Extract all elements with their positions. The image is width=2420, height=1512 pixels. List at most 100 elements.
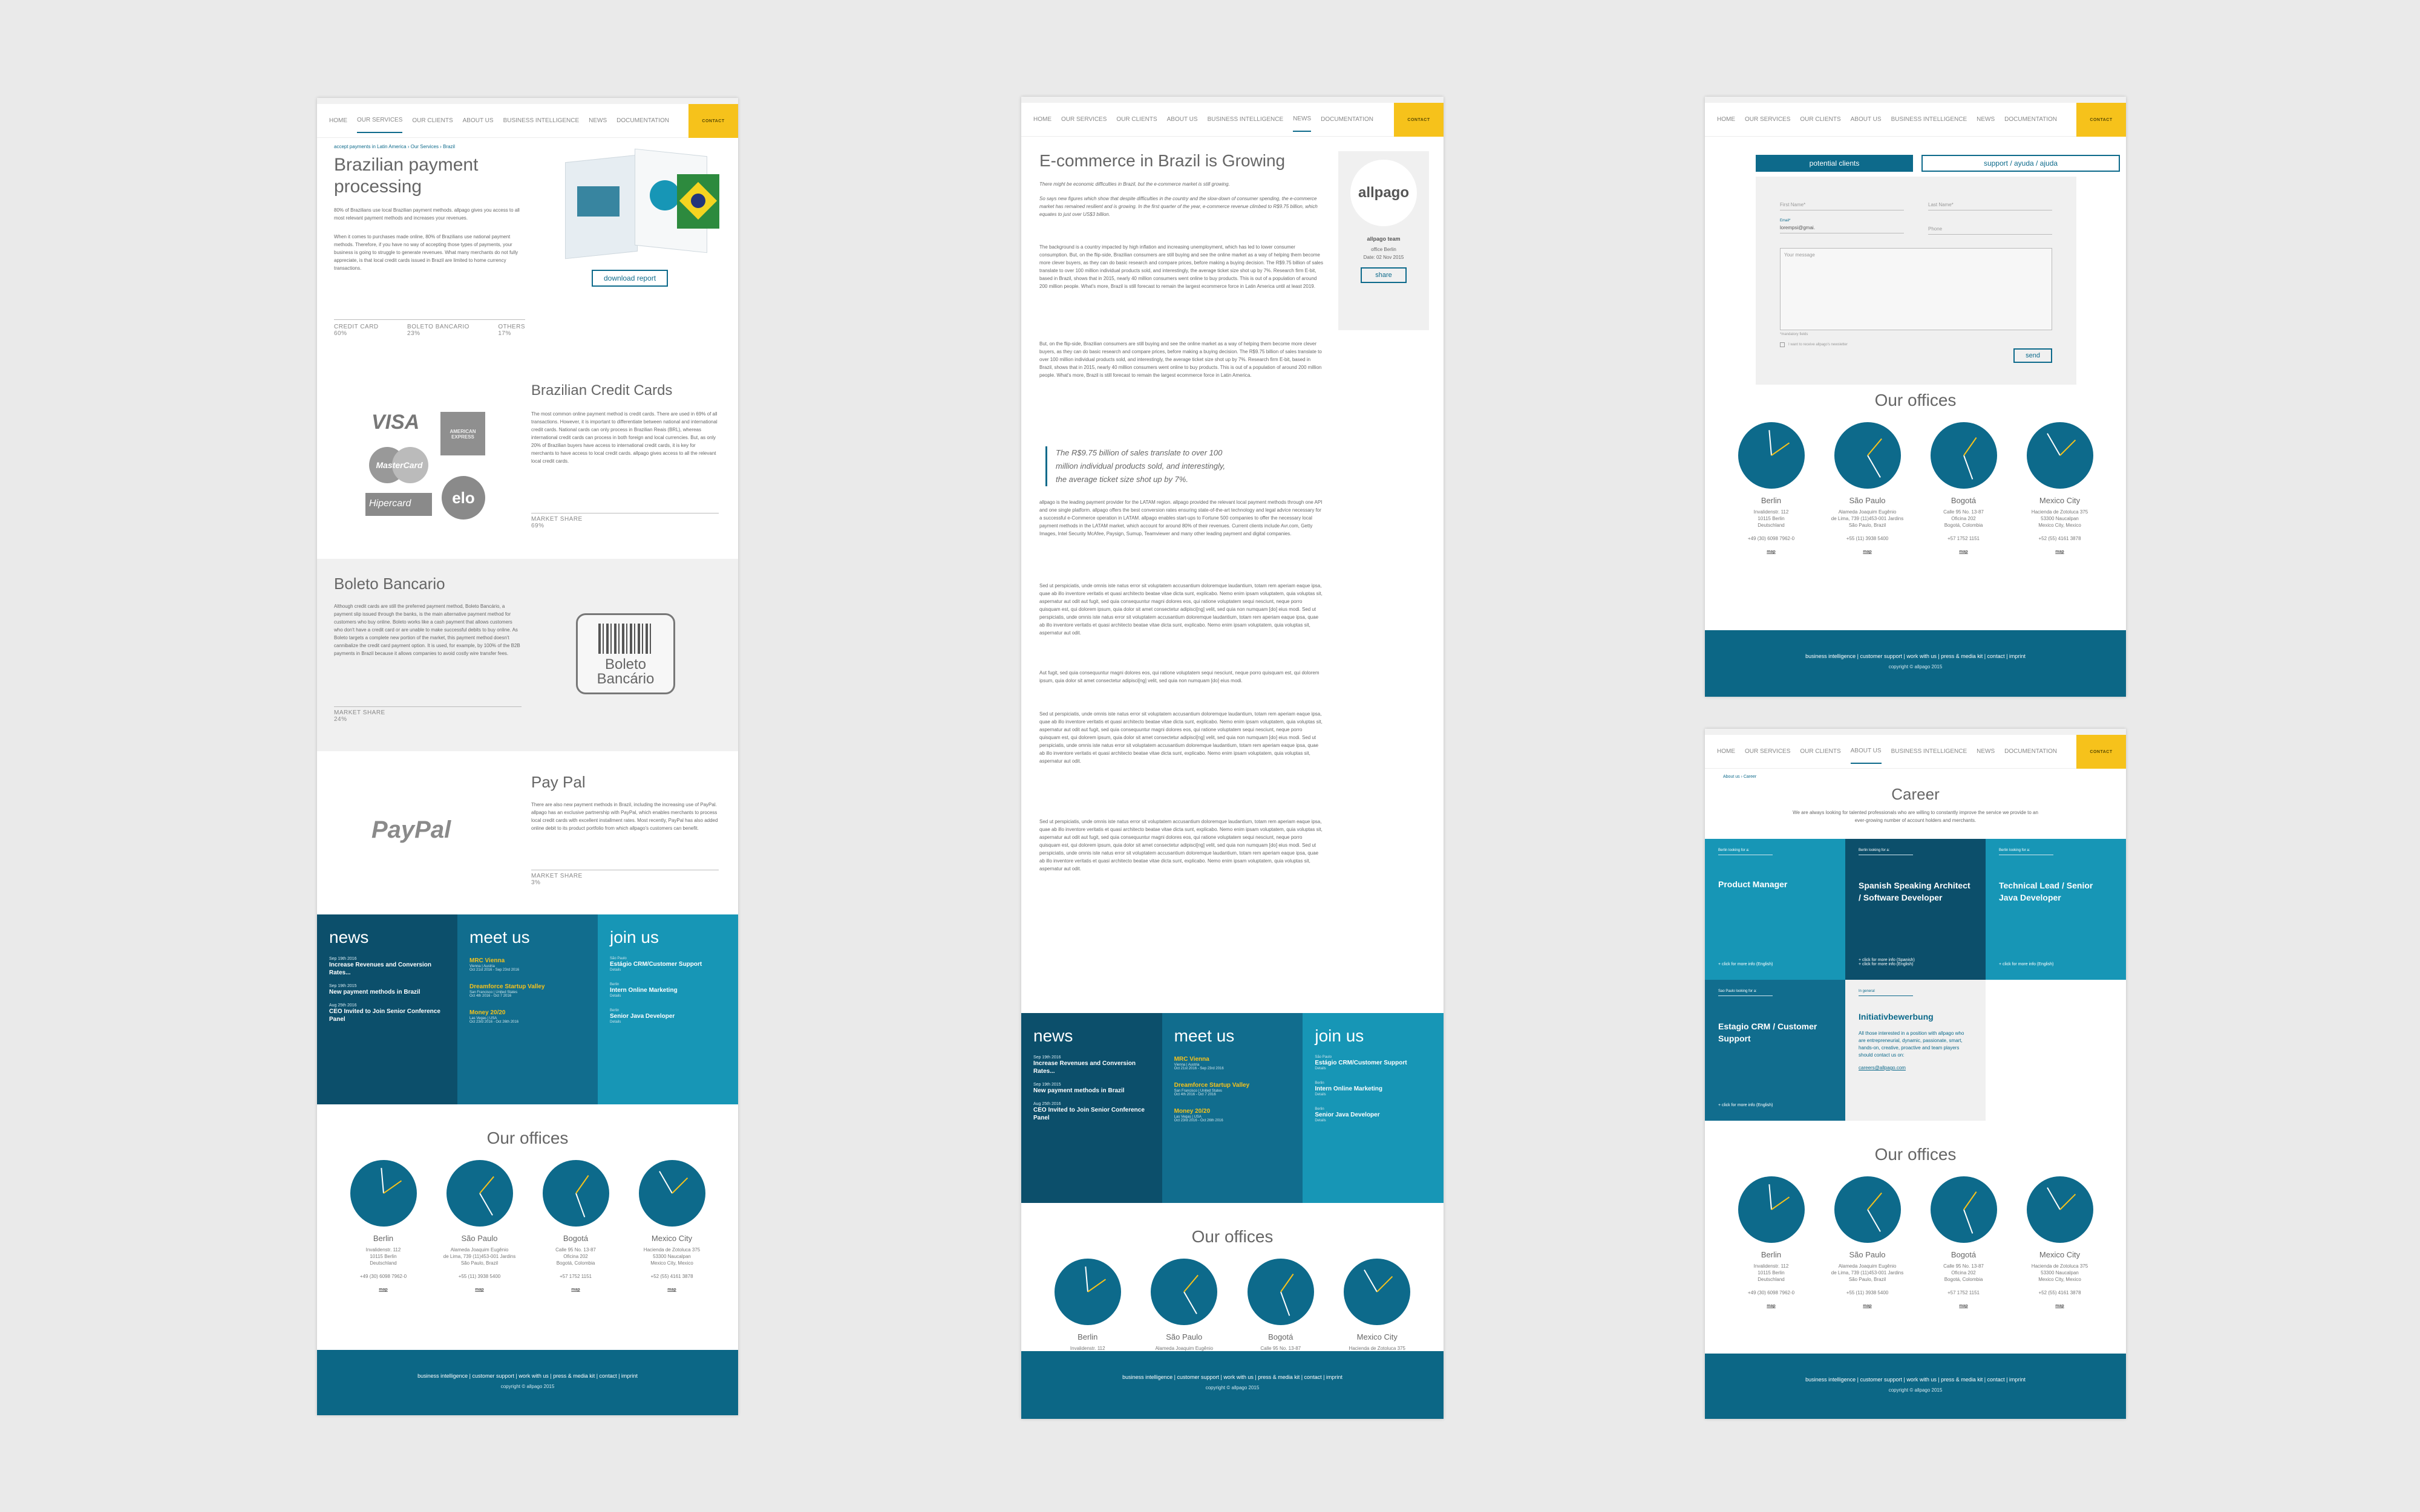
clock-icon <box>1834 422 1901 489</box>
event-item[interactable]: Money 20/20 <box>1174 1107 1291 1115</box>
nav-about-us[interactable]: ABOUT US <box>1850 739 1882 764</box>
nav-news[interactable]: NEWS <box>589 109 607 132</box>
general-application-card: In general Initiativbewerbung All those … <box>1845 980 1986 1121</box>
download-report-button[interactable]: download report <box>592 270 669 287</box>
newsletter-label: I want to receive allpago's newsletter <box>1788 343 1848 347</box>
footer-links[interactable]: business intelligence | customer support… <box>1705 653 2126 659</box>
job-card[interactable]: Berlin looking for a: Spanish Speaking A… <box>1845 839 1986 980</box>
share-button[interactable]: share <box>1361 267 1407 283</box>
message-field[interactable]: Your message <box>1780 248 2052 330</box>
nav-business-intelligence[interactable]: BUSINESS INTELLIGENCE <box>1208 108 1284 131</box>
phone-field[interactable]: Phone <box>1928 224 2052 235</box>
footer-links[interactable]: business intelligence | customer support… <box>1705 1377 2126 1383</box>
footer-links[interactable]: business intelligence | customer support… <box>1021 1374 1444 1380</box>
map-link[interactable]: map <box>528 1288 624 1292</box>
nav-home[interactable]: HOME <box>1717 740 1735 763</box>
nav-home[interactable]: HOME <box>1033 108 1051 131</box>
map-link[interactable]: map <box>1819 1304 1915 1308</box>
contact-button[interactable]: CONTACT <box>1394 103 1444 137</box>
map-link[interactable]: map <box>1915 550 2012 554</box>
nav-news[interactable]: NEWS <box>1293 107 1312 132</box>
tab-potential-clients[interactable]: potential clients <box>1756 155 1913 172</box>
newsletter-checkbox[interactable] <box>1780 342 1785 347</box>
event-item[interactable]: MRC Vienna <box>1174 1055 1291 1063</box>
event-item[interactable]: Money 20/20 <box>469 1009 586 1017</box>
nav-news[interactable]: NEWS <box>1977 108 1995 131</box>
mastercard-logo: MasterCard <box>369 447 430 483</box>
job-item[interactable]: Senior Java Developer <box>1315 1111 1431 1119</box>
job-item[interactable]: Senior Java Developer <box>610 1012 726 1020</box>
office-sao-paulo: São PauloAlameda Joaquim Eugênio de Lima… <box>1819 1176 1915 1308</box>
breadcrumb[interactable]: About us › Career <box>1705 769 2126 779</box>
map-link[interactable]: map <box>2012 550 2108 554</box>
last-name-field[interactable]: Last Name* <box>1928 200 2052 210</box>
contact-button[interactable]: CONTACT <box>2076 735 2126 769</box>
event-item[interactable]: MRC Vienna <box>469 957 586 965</box>
nav-business-intelligence[interactable]: BUSINESS INTELLIGENCE <box>1891 108 1967 131</box>
clock-icon <box>2026 1176 2093 1243</box>
contact-button[interactable]: CONTACT <box>2076 103 2126 137</box>
map-link[interactable]: map <box>2012 1304 2108 1308</box>
nav-news[interactable]: NEWS <box>1977 740 1995 763</box>
office-sao-paulo: São PauloAlameda Joaquim Eugênio de Lima… <box>1819 422 1915 554</box>
job-item[interactable]: Estágio CRM/Customer Support <box>1315 1059 1431 1067</box>
nav-documentation[interactable]: DOCUMENTATION <box>2004 108 2057 131</box>
news-item[interactable]: CEO Invited to Join Senior Conference Pa… <box>329 1008 445 1023</box>
send-button[interactable]: send <box>2013 348 2052 363</box>
nav-about-us[interactable]: ABOUT US <box>463 109 494 132</box>
news-item[interactable]: Increase Revenues and Conversion Rates..… <box>329 961 445 977</box>
nav-documentation[interactable]: DOCUMENTATION <box>2004 740 2057 763</box>
event-item[interactable]: Dreamforce Startup Valley <box>469 983 586 991</box>
map-link[interactable]: map <box>1723 1304 1819 1308</box>
offices-section: Our offices BerlinInvalidenstr. 112 1011… <box>317 1104 738 1292</box>
nav-our-clients[interactable]: OUR CLIENTS <box>1800 108 1840 131</box>
tab-support[interactable]: support / ayuda / ajuda <box>1921 155 2120 172</box>
nav-home[interactable]: HOME <box>329 109 347 132</box>
credit-cards-share: MARKET SHARE 69% <box>531 513 719 529</box>
first-name-field[interactable]: First Name* <box>1780 200 1904 210</box>
news-item[interactable]: CEO Invited to Join Senior Conference Pa… <box>1033 1106 1150 1122</box>
news-band: news Sep 19th 2016 Increase Revenues and … <box>317 914 738 1104</box>
careers-email-link[interactable]: careers@allpago.com <box>1859 1065 1972 1070</box>
map-link[interactable]: map <box>431 1288 528 1292</box>
nav-home[interactable]: HOME <box>1717 108 1735 131</box>
news-item[interactable]: Increase Revenues and Conversion Rates..… <box>1033 1060 1150 1075</box>
footer: business intelligence | customer support… <box>317 1350 738 1415</box>
credit-cards-title: Brazilian Credit Cards <box>531 382 673 399</box>
email-field[interactable]: lorempsi@gmai. <box>1780 223 1904 233</box>
nav-our-clients[interactable]: OUR CLIENTS <box>1800 740 1840 763</box>
breadcrumb[interactable]: accept payments in Latin America › Our S… <box>334 138 721 149</box>
nav-documentation[interactable]: DOCUMENTATION <box>1321 108 1373 131</box>
clock-icon <box>1247 1259 1314 1325</box>
nav-about-us[interactable]: ABOUT US <box>1167 108 1198 131</box>
intro-text: When it comes to purchases made online, … <box>334 234 518 271</box>
news-item[interactable]: New payment methods in Brazil <box>1033 1087 1150 1095</box>
map-link[interactable]: map <box>1819 550 1915 554</box>
job-card[interactable]: Berlin looking for a: Product Manager + … <box>1705 839 1845 980</box>
nav-our-services[interactable]: OUR SERVICES <box>1745 108 1790 131</box>
elo-logo: elo <box>442 476 485 520</box>
job-card[interactable]: Berlin looking for a: Technical Lead / S… <box>1986 839 2126 980</box>
nav-our-clients[interactable]: OUR CLIENTS <box>1116 108 1157 131</box>
job-card[interactable]: Sao Paulo looking for a: Estagio CRM / C… <box>1705 980 1845 1121</box>
nav-our-services[interactable]: OUR SERVICES <box>1745 740 1790 763</box>
nav-documentation[interactable]: DOCUMENTATION <box>616 109 669 132</box>
map-link[interactable]: map <box>335 1288 431 1292</box>
news-item[interactable]: New payment methods in Brazil <box>329 988 445 996</box>
nav-our-services[interactable]: OUR SERVICES <box>1061 108 1107 131</box>
map-link[interactable]: map <box>624 1288 720 1292</box>
nav-about-us[interactable]: ABOUT US <box>1851 108 1882 131</box>
job-item[interactable]: Estágio CRM/Customer Support <box>610 960 726 968</box>
main-nav: HOME OUR SERVICES OUR CLIENTS ABOUT US B… <box>1021 103 1444 137</box>
nav-our-services[interactable]: OUR SERVICES <box>357 108 403 133</box>
footer-links[interactable]: business intelligence | customer support… <box>317 1373 738 1379</box>
job-item[interactable]: Intern Online Marketing <box>610 986 726 994</box>
map-link[interactable]: map <box>1723 550 1819 554</box>
job-item[interactable]: Intern Online Marketing <box>1315 1085 1431 1093</box>
nav-our-clients[interactable]: OUR CLIENTS <box>412 109 453 132</box>
map-link[interactable]: map <box>1915 1304 2012 1308</box>
contact-button[interactable]: CONTACT <box>688 104 738 138</box>
nav-business-intelligence[interactable]: BUSINESS INTELLIGENCE <box>503 109 580 132</box>
nav-business-intelligence[interactable]: BUSINESS INTELLIGENCE <box>1891 740 1967 763</box>
event-item[interactable]: Dreamforce Startup Valley <box>1174 1081 1291 1089</box>
